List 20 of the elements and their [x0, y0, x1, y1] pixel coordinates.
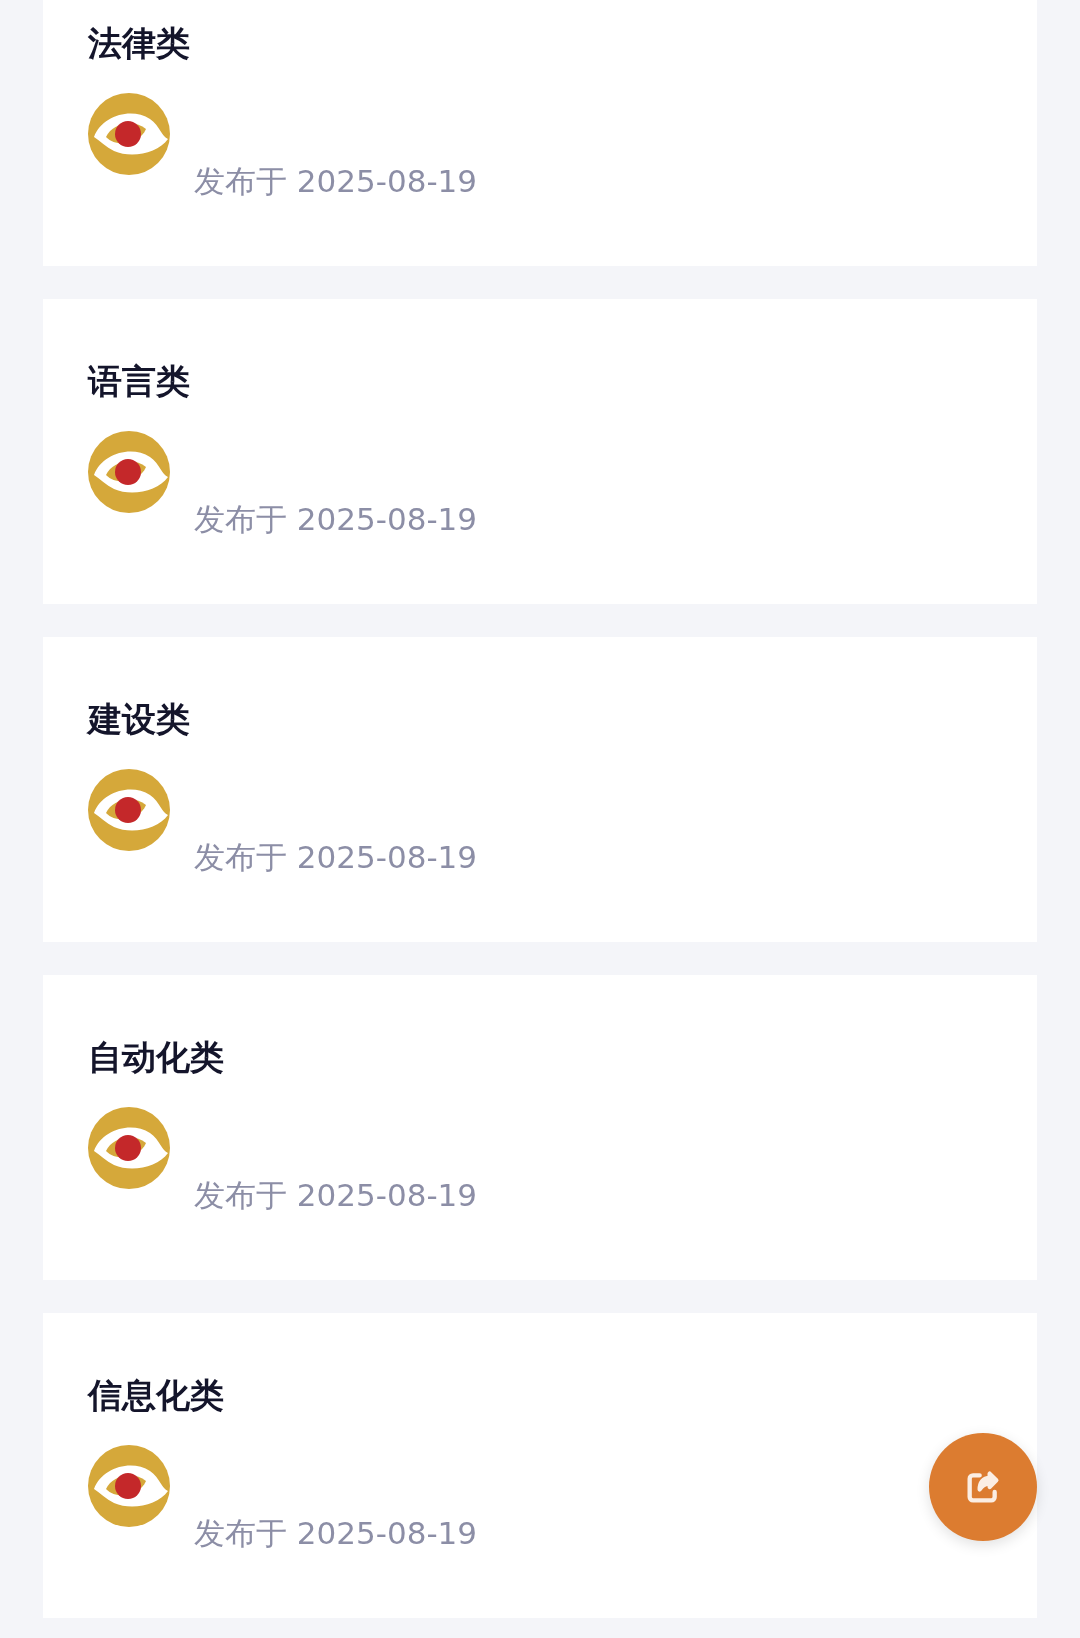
publish-date: 发布于 2025-08-19 [194, 501, 477, 537]
logo-icon [88, 1445, 170, 1527]
article-title: 语言类 [88, 361, 190, 401]
article-title: 法律类 [88, 23, 190, 63]
article-title: 自动化类 [88, 1037, 224, 1077]
article-card[interactable]: 法律类 发布于 2025-08-19 [43, 0, 1037, 266]
logo-icon [88, 93, 170, 175]
logo-icon [88, 769, 170, 851]
article-card[interactable]: 信息化类 发布于 2025-08-19 [43, 1313, 1037, 1618]
publish-date: 发布于 2025-08-19 [194, 1177, 477, 1213]
logo-icon [88, 431, 170, 513]
publish-date: 发布于 2025-08-19 [194, 839, 477, 875]
article-card[interactable]: 建设类 发布于 2025-08-19 [43, 637, 1037, 942]
article-card[interactable]: 自动化类 发布于 2025-08-19 [43, 975, 1037, 1280]
publish-date: 发布于 2025-08-19 [194, 1515, 477, 1551]
article-title: 信息化类 [88, 1375, 224, 1415]
article-title: 建设类 [88, 699, 190, 739]
publish-date: 发布于 2025-08-19 [194, 163, 477, 199]
article-card[interactable]: 语言类 发布于 2025-08-19 [43, 299, 1037, 604]
logo-icon [88, 1107, 170, 1189]
